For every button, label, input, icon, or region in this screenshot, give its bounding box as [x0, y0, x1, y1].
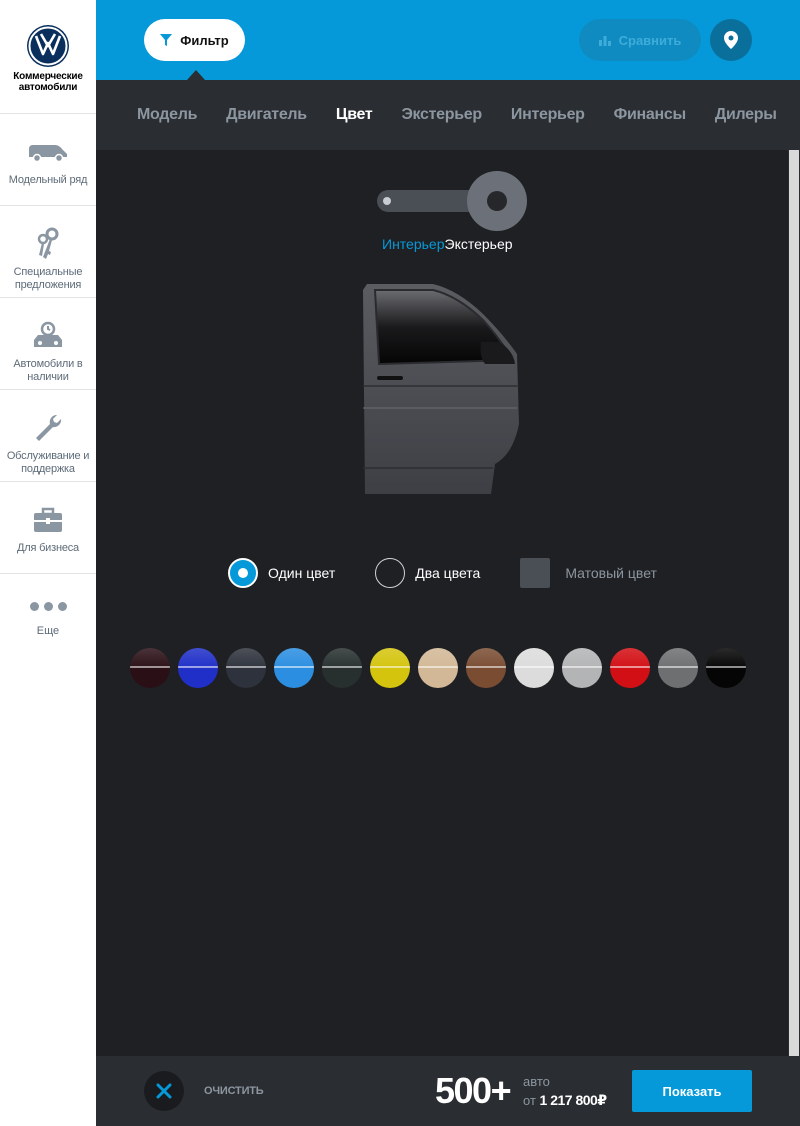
- briefcase-icon: [33, 502, 63, 538]
- sidebar-item-business[interactable]: Для бизнеса: [0, 482, 96, 574]
- tab-dealers[interactable]: Дилеры: [715, 106, 777, 124]
- more-dots-icon: [29, 602, 67, 611]
- clear-button[interactable]: [144, 1071, 184, 1111]
- option-single-color[interactable]: Один цвет: [228, 558, 335, 588]
- bar-chart-icon: [598, 36, 611, 46]
- results-count: 500+: [435, 1070, 512, 1111]
- car-door-image: [363, 284, 519, 494]
- filter-label: Фильтр: [180, 32, 229, 48]
- price-line: от 1 217 800₽: [523, 1091, 607, 1110]
- vw-logo-icon: [27, 25, 69, 67]
- toggle-dot: [383, 197, 391, 205]
- compare-label: Сравнить: [618, 32, 682, 48]
- scrollbar-thumb[interactable]: [789, 150, 799, 1056]
- sidebar-item-offers[interactable]: Специальные предложения: [0, 206, 96, 298]
- option-label: Два цвета: [415, 565, 481, 581]
- sidebar-item-label: Автомобили в наличии: [13, 358, 83, 383]
- filter-caret: [187, 70, 205, 80]
- sidebar-item-more[interactable]: Еще: [0, 574, 96, 664]
- interior-label[interactable]: Интерьер: [382, 236, 445, 252]
- sidebar-item-label: Для бизнеса: [17, 542, 79, 554]
- sidebar-item-label: Модельный ряд: [8, 174, 88, 186]
- sidebar-item-service[interactable]: Обслуживание и поддержка: [0, 390, 96, 482]
- compare-button[interactable]: Сравнить: [579, 19, 701, 61]
- color-swatch-yellow[interactable]: [370, 648, 410, 688]
- option-label: Матовый цвет: [565, 565, 657, 581]
- brand-logo-block[interactable]: Коммерческие автомобили: [0, 0, 96, 114]
- top-bar: Фильтр Сравнить: [96, 0, 800, 80]
- color-swatch-brown[interactable]: [466, 648, 506, 688]
- color-swatch-grey[interactable]: [658, 648, 698, 688]
- brand-line2: автомобили: [18, 82, 78, 93]
- option-matte-color[interactable]: Матовый цвет: [520, 558, 657, 588]
- color-swatch-red[interactable]: [610, 648, 650, 688]
- results-summary: авто от 1 217 800₽: [523, 1073, 607, 1110]
- option-label: Один цвет: [268, 565, 336, 581]
- color-swatch-white[interactable]: [514, 648, 554, 688]
- tab-interior[interactable]: Интерьер: [511, 106, 585, 124]
- color-swatch-silver[interactable]: [562, 648, 602, 688]
- location-pin-icon: [724, 31, 738, 49]
- tab-exterior[interactable]: Экстерьер: [401, 106, 482, 124]
- wrench-icon: [33, 410, 63, 446]
- color-panel: ИнтерьерЭкстерьер Один цвет Два цвета Ма…: [96, 150, 800, 1056]
- color-swatch-dark-slate[interactable]: [322, 648, 362, 688]
- sidebar-item-stock[interactable]: Автомобили в наличии: [0, 298, 96, 390]
- color-swatch-beige[interactable]: [418, 648, 458, 688]
- sidebar: Коммерческие автомобили Модельный ряд Сп…: [0, 0, 96, 1126]
- checkbox-matte-color[interactable]: [520, 558, 551, 588]
- more-label: Еще: [36, 625, 60, 637]
- color-swatch-sky-blue[interactable]: [274, 648, 314, 688]
- scrollbar[interactable]: [788, 150, 800, 1056]
- location-button[interactable]: [710, 19, 752, 61]
- show-results-button[interactable]: Показать: [632, 1070, 752, 1112]
- clear-label[interactable]: ОЧИСТИТЬ: [204, 1085, 264, 1097]
- tab-finance[interactable]: Финансы: [614, 106, 686, 124]
- color-swatch-dark-burgundy[interactable]: [130, 648, 170, 688]
- toggle-labels: ИнтерьерЭкстерьер: [382, 236, 513, 252]
- sidebar-item-models[interactable]: Модельный ряд: [0, 114, 96, 206]
- tab-engine[interactable]: Двигатель: [226, 106, 307, 124]
- filter-tabs: Модель Двигатель Цвет Экстерьер Интерьер…: [96, 80, 800, 150]
- option-two-colors[interactable]: Два цвета: [375, 558, 480, 588]
- exterior-label[interactable]: Экстерьер: [445, 236, 513, 252]
- tab-color[interactable]: Цвет: [336, 106, 373, 124]
- brand-text: Коммерческие автомобили: [13, 71, 83, 93]
- filter-icon: [160, 34, 173, 46]
- bottom-bar: ОЧИСТИТЬ 500+ авто от 1 217 800₽ Показат…: [96, 1056, 800, 1126]
- sidebar-item-label: Специальные предложения: [13, 266, 83, 291]
- count-unit: авто: [523, 1074, 550, 1089]
- color-swatch-graphite[interactable]: [226, 648, 266, 688]
- price-value: 1 217 800₽: [539, 1092, 608, 1108]
- brand-line1: Коммерческие: [13, 71, 83, 82]
- close-icon: [156, 1083, 172, 1099]
- color-swatch-black[interactable]: [706, 648, 746, 688]
- filter-button[interactable]: Фильтр: [144, 19, 245, 61]
- sidebar-item-label: Обслуживание и поддержка: [6, 450, 90, 475]
- keys-icon: [33, 226, 63, 262]
- tab-model[interactable]: Модель: [137, 106, 197, 124]
- color-type-options: Один цвет Два цвета Матовый цвет: [228, 558, 697, 588]
- price-prefix: от: [523, 1093, 536, 1108]
- radio-single-color[interactable]: [228, 558, 258, 588]
- radio-two-colors[interactable]: [375, 558, 406, 588]
- van-icon: [27, 134, 69, 170]
- color-swatch-royal-blue[interactable]: [178, 648, 218, 688]
- color-swatches: [130, 648, 746, 688]
- toggle-knob[interactable]: [467, 171, 527, 231]
- car-stock-icon: [31, 318, 65, 354]
